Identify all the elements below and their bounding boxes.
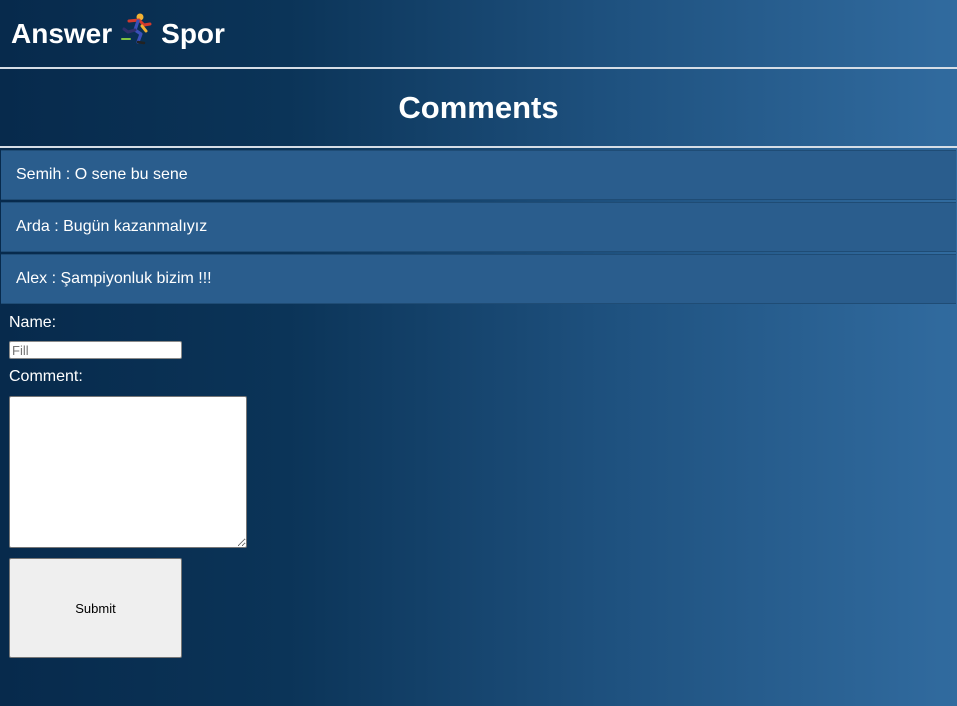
comment-list: Semih : O sene bu sene Arda : Bugün kaza… [0,150,957,304]
comment-text: Semih : O sene bu sene [16,166,188,183]
brand-name-left: Answer [11,17,113,49]
comment-label: Comment: [9,368,83,385]
comment-item: Arda : Bugün kazanmalıyız [1,202,956,252]
page-title: Comments [398,89,559,125]
submit-button[interactable]: Submit [9,558,182,658]
comment-text: Alex : Şampiyonluk bizim !!! [16,270,212,287]
runner-icon [119,12,155,46]
comment-item: Semih : O sene bu sene [1,150,956,200]
comment-textarea[interactable] [9,396,247,548]
site-header: Answer Spor [0,0,957,69]
name-label: Name: [9,314,57,331]
comment-form: Name: Comment: Submit [0,304,957,658]
page-title-bar: Comments [0,69,957,148]
brand[interactable]: Answer Spor [11,13,225,49]
comment-item: Alex : Şampiyonluk bizim !!! [1,254,956,304]
comment-text: Arda : Bugün kazanmalıyız [16,218,208,235]
brand-name-right: Spor [161,17,225,49]
name-input[interactable] [9,341,182,359]
